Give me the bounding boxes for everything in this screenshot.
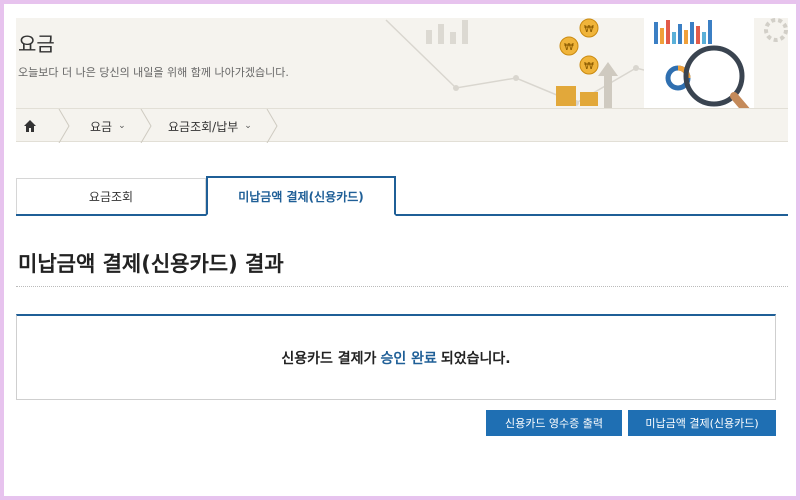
breadcrumb: 요금 ⌄ 요금조회/납부 ⌄ [16, 108, 788, 143]
breadcrumb-separator [140, 109, 152, 143]
tab-bar: 요금조회 미납금액 결제(신용카드) [16, 176, 788, 216]
page-frame: 요금 오늘보다 더 나은 당신의 내일을 위해 함께 나아가겠습니다. ₩ ₩ … [4, 4, 796, 496]
result-message-highlight: 승인 완료 [380, 350, 437, 367]
svg-text:₩: ₩ [564, 42, 574, 53]
tab-fee-inquiry[interactable]: 요금조회 [16, 178, 206, 214]
tab-unpaid-card-payment[interactable]: 미납금액 결제(신용카드) [206, 176, 396, 216]
svg-text:₩: ₩ [584, 24, 594, 35]
svg-text:₩: ₩ [584, 61, 594, 72]
divider [16, 286, 788, 287]
breadcrumb-separator [58, 109, 70, 143]
breadcrumb-separator [266, 109, 278, 143]
breadcrumb-item-fee-inquiry[interactable]: 요금조회/납부 ⌄ [168, 109, 252, 143]
breadcrumb-item-fee[interactable]: 요금 ⌄ [90, 109, 126, 143]
tab-underline [16, 214, 788, 216]
banner-subtitle: 오늘보다 더 나은 당신의 내일을 위해 함께 나아가겠습니다. [18, 66, 289, 79]
result-message-suffix: 되었습니다. [440, 350, 511, 367]
page-title: 미납금액 결제(신용카드) 결과 [18, 252, 284, 276]
coin-icon: ₩ ₩ ₩ [559, 18, 599, 75]
result-message-box: 신용카드 결제가 승인 완료 되었습니다. [16, 314, 776, 400]
banner: 요금 오늘보다 더 나은 당신의 내일을 위해 함께 나아가겠습니다. ₩ ₩ … [16, 18, 788, 108]
home-icon[interactable] [22, 118, 38, 134]
result-message-prefix: 신용카드 결제가 [281, 350, 377, 367]
banner-illustration: ₩ ₩ ₩ [385, 18, 788, 108]
breadcrumb-item-label: 요금조회/납부 [168, 119, 239, 134]
unpaid-card-payment-button[interactable]: 미납금액 결제(신용카드) [628, 410, 776, 436]
print-card-receipt-button[interactable]: 신용카드 영수증 출력 [486, 410, 622, 436]
breadcrumb-item-label: 요금 [90, 119, 113, 134]
chevron-down-icon: ⌄ [244, 121, 252, 131]
banner-title: 요금 [18, 32, 55, 56]
chevron-down-icon: ⌄ [118, 121, 126, 131]
